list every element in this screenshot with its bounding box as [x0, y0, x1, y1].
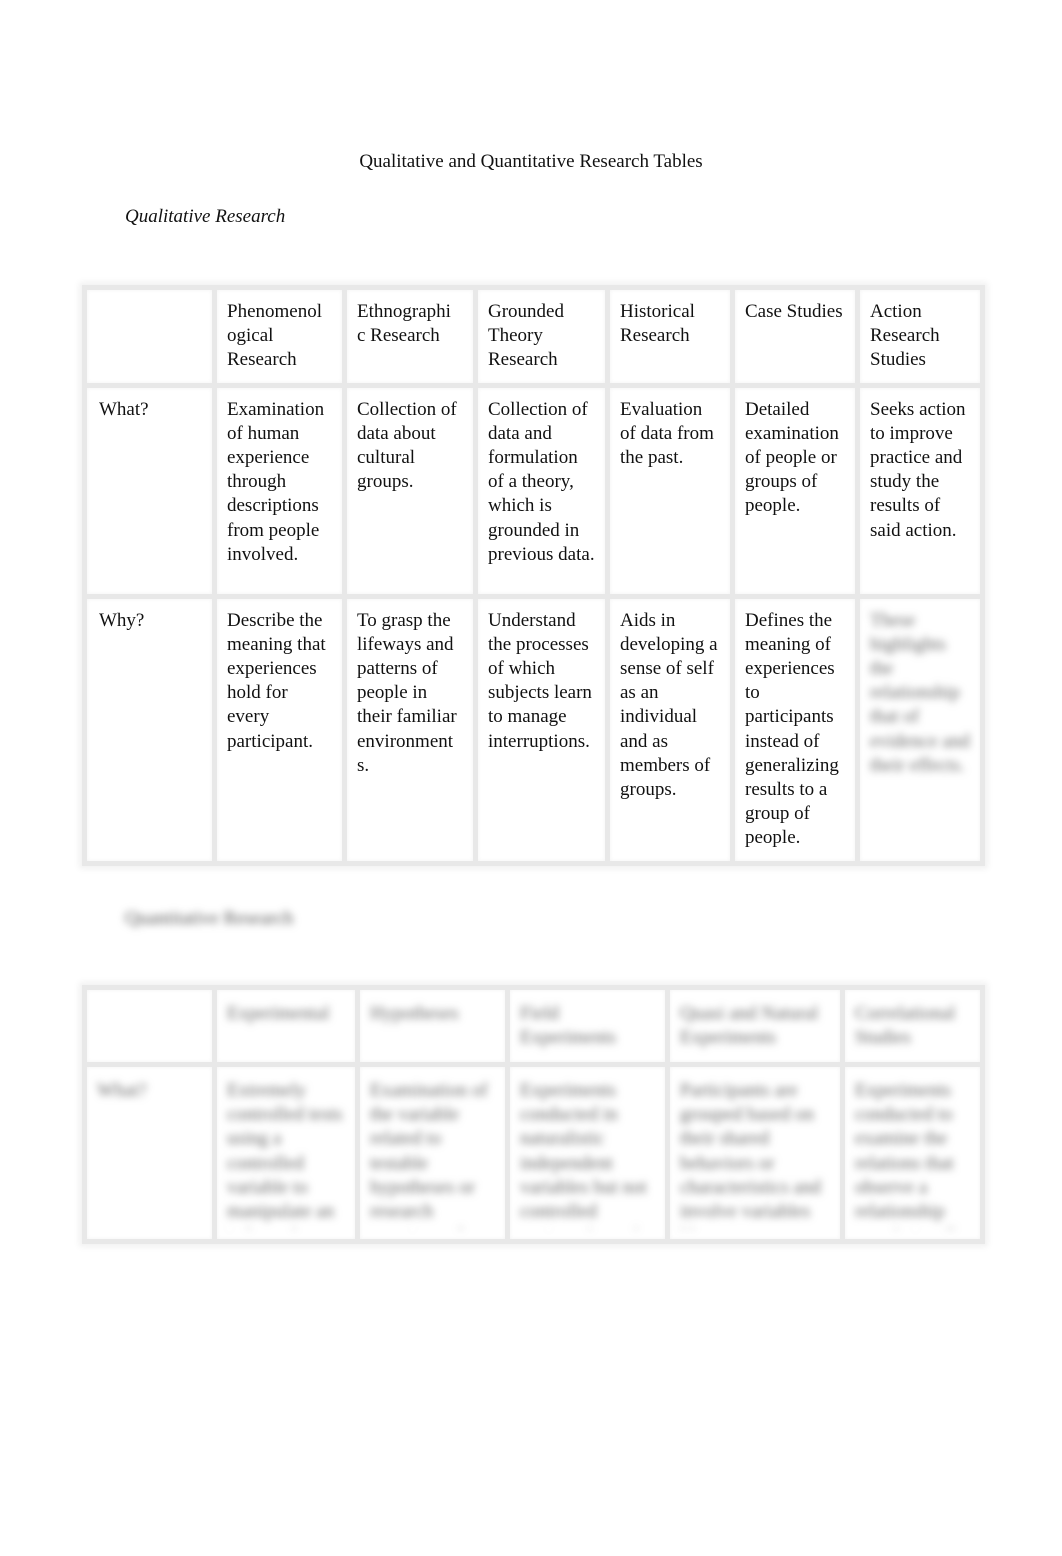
table-cell: Extremely controlled tests using a contr… [212, 1062, 360, 1244]
table-cell: Examination of human experience through … [212, 382, 347, 599]
table-row: Why? Describe the meaning that experienc… [82, 593, 985, 866]
table-header-row: Phenomenol ogical Research Ethnographi c Re… [82, 285, 985, 388]
header-cell: Hypotheses [355, 985, 510, 1067]
header-cell: Experimental [212, 985, 360, 1067]
table-cell: Aids in developing a sense of self as an… [605, 593, 735, 866]
qualitative-research-table: Phenomenol ogical Research Ethnographi c Re… [82, 285, 985, 866]
table-cell: Seeks action to improve practice and stu… [855, 382, 985, 599]
table-cell: Understand the processes of which subjec… [473, 593, 610, 866]
header-cell: Grounded Theory Research [473, 285, 610, 388]
section-heading-blurred: Quantitative Research [125, 908, 294, 929]
table-cell: Examination of the variable related to t… [355, 1062, 510, 1244]
header-cell: Field Experiments [505, 985, 670, 1067]
header-cell: Case Studies [730, 285, 860, 388]
table-cell: Describe the meaning that experiences ho… [212, 593, 347, 866]
header-cell: Historical Research [605, 285, 735, 388]
header-cell: Action Research Studies [855, 285, 985, 388]
table-cell: Defines the meaning of experiences to pa… [730, 593, 860, 866]
table-cell: Evaluation of data from the past. [605, 382, 735, 599]
document-title: Qualitative and Quantitative Research Ta… [359, 151, 703, 172]
table-cell: Experiments conducted in naturalistic in… [505, 1062, 670, 1244]
table-cell: Collection of data and formulation of a … [473, 382, 610, 599]
blurred-text: These highlights the relationship that o… [870, 609, 970, 776]
header-cell-empty [82, 285, 217, 388]
table-row: What? Examination of human experience th… [82, 382, 985, 599]
header-cell: Quasi and Natural Experiments [665, 985, 845, 1067]
header-cell: Phenomenol ogical Research [212, 285, 347, 388]
header-cell: Correlational Studies [840, 985, 985, 1067]
table-row: What? Extremely controlled tests using a… [82, 1062, 985, 1244]
table-cell: To grasp the lifeways and patterns of pe… [342, 593, 478, 866]
table-header-row: Experimental Hypotheses Field Experiment… [82, 985, 985, 1067]
table-cell-blurred: These highlights the relationship that o… [855, 593, 985, 866]
row-label: What? [82, 382, 217, 599]
table-cell: Participants are grouped based on their … [665, 1062, 845, 1244]
row-label: What? [82, 1062, 217, 1244]
quantitative-research-table-blurred: Experimental Hypotheses Field Experiment… [82, 985, 985, 1244]
table-cell: Detailed examination of people or groups… [730, 382, 860, 599]
header-cell: Ethnographi c Research [342, 285, 478, 388]
row-label: Why? [82, 593, 217, 866]
table-cell: Collection of data about cultural groups… [342, 382, 478, 599]
table-cell: Experiments conducted to examine the rel… [840, 1062, 985, 1244]
section-heading-qualitative: Qualitative Research [125, 206, 286, 227]
header-cell-empty [82, 985, 217, 1067]
